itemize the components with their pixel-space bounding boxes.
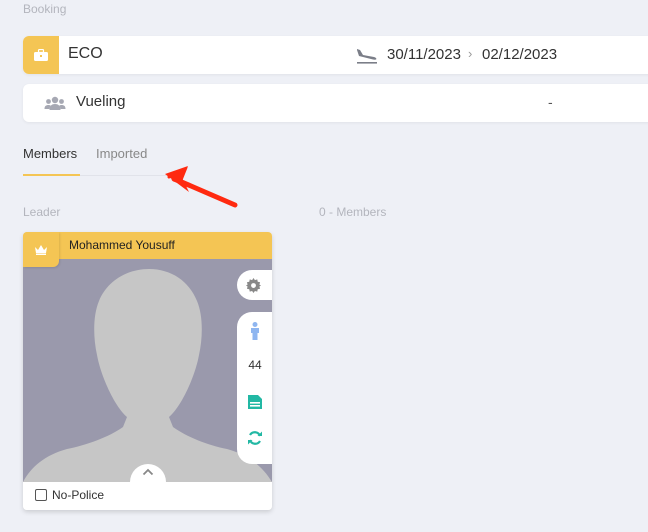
booking-section-label: Booking [23,2,67,16]
person-icon[interactable] [237,322,272,340]
member-photo [23,259,272,482]
travel-class-label: ECO [68,45,103,62]
leader-member-card[interactable]: Mohammed Yousuff 44 No-Police [23,232,272,510]
no-police-label: No-Police [52,488,105,502]
no-police-checkbox[interactable] [35,489,47,501]
refresh-icon[interactable] [237,430,272,446]
members-count: 0 - Members [319,205,387,219]
plane-landing-icon [357,49,377,64]
gear-icon [246,277,261,293]
crown-icon [23,232,59,267]
active-tab-indicator [23,174,80,176]
avatar-placeholder [23,269,272,482]
member-card-footer: No-Police [23,482,272,510]
tab-imported[interactable]: Imported [96,146,147,161]
chevron-up-icon [142,468,154,476]
leader-label: Leader [23,205,61,219]
briefcase-icon [23,36,59,74]
chevron-right-icon: › [468,46,473,61]
member-settings-button[interactable] [237,270,272,300]
passport-icon[interactable] [237,394,272,410]
annotation-arrow-icon [165,166,238,208]
users-group-icon [44,96,66,110]
airline-value: - [548,94,553,110]
member-age-value: 44 [248,358,262,372]
airline-row: Vueling - [23,84,648,122]
date-from: 30/11/2023 [387,46,461,63]
booking-class-row: ECO 30/11/2023 › 02/12/2023 [23,36,648,74]
member-actions-panel: 44 [237,312,272,464]
airline-name: Vueling [76,93,126,110]
member-name: Mohammed Yousuff [69,238,175,252]
date-to: 02/12/2023 [482,46,558,63]
member-age: 44 [237,358,272,372]
tab-members[interactable]: Members [23,146,77,161]
